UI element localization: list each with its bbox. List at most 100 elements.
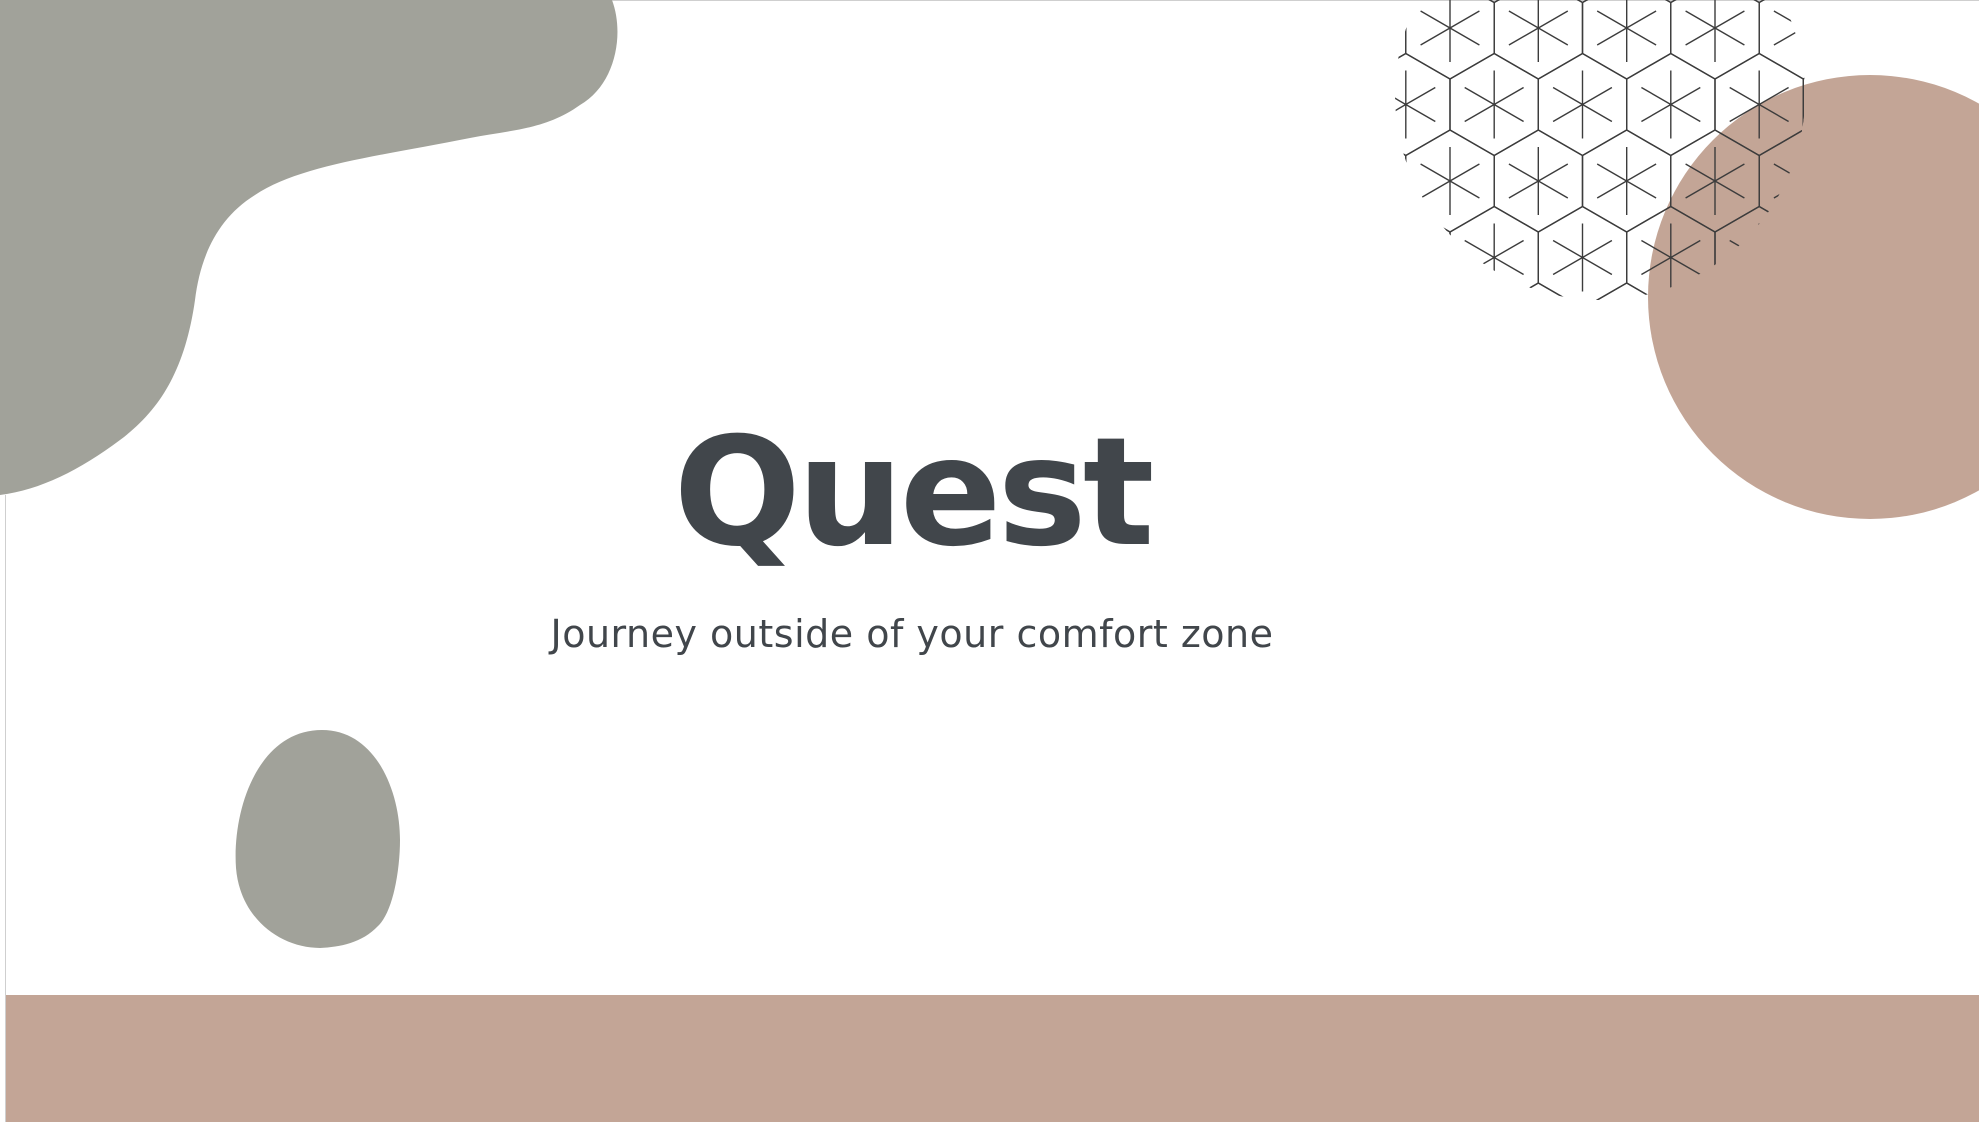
pattern-hexagon	[1537, 205, 1628, 300]
pattern-hexagon	[1802, 205, 1805, 300]
pattern-asterisk-line	[1508, 10, 1569, 46]
pattern-asterisk-line	[1862, 470, 1921, 504]
pattern-hexagon	[1670, 282, 1760, 300]
pattern-asterisk-line	[1818, 241, 1877, 275]
pattern-hexagon	[1892, 513, 1979, 615]
pattern-asterisk-line	[1906, 547, 1965, 581]
pattern-asterisk-line	[1773, 163, 1805, 199]
pattern-asterisk-line	[1951, 317, 1979, 351]
slide-title: Quest	[673, 406, 1154, 580]
pattern-hexagon	[1581, 0, 1672, 80]
pattern-asterisk-line	[1552, 239, 1613, 276]
pattern-hexagon	[1405, 0, 1495, 80]
pattern-asterisk-line	[1395, 239, 1436, 276]
pattern-asterisk-line	[1332, 11, 1391, 45]
pattern-asterisk-line	[1596, 10, 1657, 46]
pattern-hexagon	[1758, 282, 1805, 300]
pattern-hexagon	[1395, 0, 1407, 80]
pattern-asterisk-line	[1729, 239, 1789, 276]
pattern-hexagon	[1395, 129, 1407, 233]
pattern-hexagon	[1848, 0, 1936, 79]
pattern-asterisk-line	[1420, 163, 1480, 199]
pattern-hexagon	[1848, 436, 1936, 538]
pattern-asterisk-line	[1641, 86, 1701, 123]
pattern-asterisk-line	[1508, 10, 1569, 46]
pattern-asterisk-line	[1862, 11, 1921, 45]
pattern-hexagon	[1936, 436, 1979, 538]
slide-subtitle: Journey outside of your comfort zone	[550, 612, 1274, 656]
pattern-asterisk-line	[1685, 163, 1745, 199]
pattern-hexagon	[1493, 0, 1584, 80]
pattern-hexagon	[1493, 129, 1584, 233]
pattern-asterisk-line	[1509, 317, 1568, 351]
pattern-asterisk-line	[1508, 163, 1569, 199]
pattern-asterisk-line	[1951, 470, 1979, 504]
pattern-asterisk-line	[1641, 239, 1701, 276]
pattern-asterisk-line	[1818, 394, 1877, 428]
pattern-asterisk-line	[1818, 88, 1877, 122]
pattern-asterisk-line	[1552, 86, 1613, 123]
pattern-asterisk-line	[1951, 164, 1979, 198]
bottom-left-oval	[235, 730, 400, 948]
pattern-asterisk-line	[1906, 241, 1965, 275]
pattern-asterisk-line	[1951, 470, 1979, 504]
pattern-asterisk-line	[1420, 10, 1480, 46]
pattern-asterisk-line	[1641, 86, 1701, 123]
pattern-hexagon	[1848, 283, 1936, 385]
pattern-hexagon	[1670, 0, 1760, 80]
pattern-asterisk-line	[1686, 317, 1745, 351]
pattern-hexagon	[1395, 52, 1451, 157]
pattern-asterisk-line	[1332, 164, 1391, 198]
pattern-asterisk-line	[1464, 239, 1524, 276]
pattern-hexagon	[1936, 0, 1979, 79]
pattern-asterisk-line	[1395, 86, 1436, 123]
pattern-asterisk-line	[1395, 239, 1436, 276]
pattern-asterisk-line	[1951, 317, 1979, 351]
pattern-hexagon	[1449, 52, 1539, 157]
pattern-asterisk-line	[1685, 163, 1745, 199]
pattern-asterisk-line	[1464, 86, 1524, 123]
pattern-hexagon	[1626, 205, 1716, 300]
pattern-hexagon	[1714, 52, 1804, 157]
pattern-hexagon	[1714, 205, 1804, 300]
pattern-asterisk-line	[1906, 394, 1965, 428]
pattern-asterisk-line	[1729, 239, 1789, 276]
pattern-hexagon	[1626, 52, 1716, 157]
pattern-asterisk-line	[1464, 86, 1524, 123]
pattern-asterisk-line	[1421, 317, 1480, 351]
pattern-asterisk-line	[1862, 164, 1921, 198]
pattern-asterisk-line	[1862, 317, 1921, 351]
pattern-hexagon	[1581, 282, 1672, 300]
pattern-asterisk-line	[1774, 317, 1833, 351]
pattern-hexagon	[1892, 54, 1979, 156]
pattern-asterisk-line	[1597, 317, 1656, 351]
pattern-asterisk-line	[1421, 317, 1480, 351]
pattern-asterisk-line	[1906, 88, 1965, 122]
pattern-asterisk-line	[1773, 163, 1805, 199]
pattern-asterisk-line	[1420, 163, 1480, 199]
pattern-asterisk-line	[1951, 164, 1979, 198]
pattern-hexagon	[1848, 130, 1936, 232]
pattern-asterisk-line	[1862, 470, 1921, 504]
pattern-hexagon	[1802, 52, 1805, 157]
pattern-asterisk-line	[1332, 11, 1391, 45]
pattern-asterisk-line	[1641, 239, 1701, 276]
pattern-asterisk-line	[1332, 317, 1391, 351]
pattern-asterisk-line	[1818, 547, 1877, 581]
pattern-asterisk-line	[1685, 10, 1745, 46]
pattern-asterisk-line	[1906, 241, 1965, 275]
pattern-asterisk-line	[1729, 86, 1789, 123]
pattern-hexagon	[1395, 282, 1407, 300]
pattern-hexagon	[1758, 0, 1805, 80]
pattern-asterisk-line	[1464, 239, 1524, 276]
pattern-asterisk-line	[1818, 394, 1877, 428]
pattern-asterisk-line	[1596, 163, 1657, 199]
pattern-asterisk-line	[1818, 241, 1877, 275]
bottom-band	[6, 995, 1979, 1122]
pattern-asterisk-line	[1818, 547, 1877, 581]
pattern-asterisk-line	[1729, 86, 1789, 123]
pattern-hexagon	[1892, 360, 1979, 462]
pattern-asterisk-line	[1774, 317, 1833, 351]
pattern-asterisk-line	[1395, 86, 1436, 123]
pattern-hexagon	[1405, 129, 1495, 233]
